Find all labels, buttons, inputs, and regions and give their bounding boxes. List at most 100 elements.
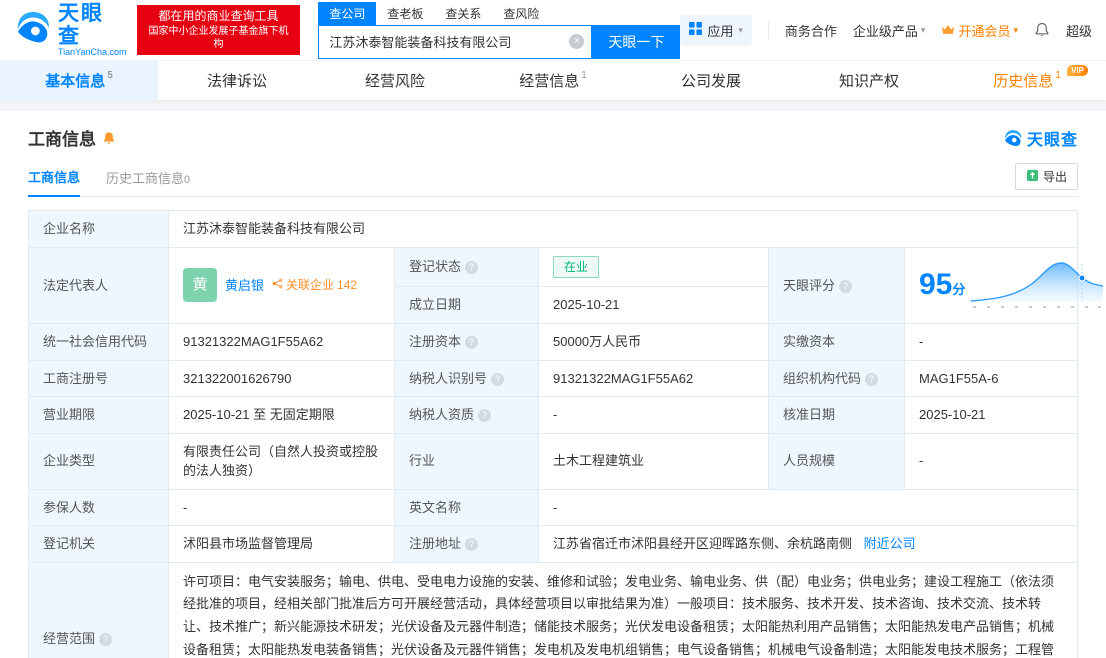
tab-legal-litigation[interactable]: 法律诉讼 — [158, 61, 316, 100]
field-label-tyc-score: 天眼评分? — [768, 246, 905, 324]
table-row: 经营范围? 许可项目：电气安装服务；输电、供电、受电电力设施的安装、维修和试验；… — [28, 561, 1078, 658]
legal-rep-name-link[interactable]: 黄启银 — [225, 276, 264, 296]
help-icon[interactable]: ? — [839, 279, 853, 293]
tab-count: 1 — [581, 70, 587, 81]
tab-basic-info[interactable]: 基本信息 5 — [0, 61, 158, 100]
search-tab-company[interactable]: 查公司 — [318, 1, 377, 25]
export-button[interactable]: 导出 — [1014, 163, 1078, 190]
notification-bell-icon[interactable] — [1034, 22, 1050, 38]
clear-search-icon[interactable]: × — [569, 34, 585, 49]
grid-icon — [689, 22, 703, 38]
field-value-business-term: 2025-10-21 至 无固定期限 — [168, 396, 395, 434]
field-value-legal-rep: 黄 黄启银 关联企业 142 — [168, 246, 395, 324]
help-icon[interactable]: ? — [865, 372, 879, 386]
field-value-establish-date: 2025-10-21 — [538, 286, 769, 324]
subtab-label: 历史工商信息 — [106, 171, 185, 186]
help-icon[interactable]: ? — [465, 261, 479, 274]
tab-company-development[interactable]: 公司发展 — [632, 61, 790, 100]
vip-badge: VIP — [1067, 65, 1088, 76]
help-icon[interactable]: ? — [465, 336, 479, 349]
brand-name: 天眼查 — [58, 1, 104, 49]
section-title: 工商信息 — [28, 130, 96, 149]
subtab-business-info[interactable]: 工商信息 — [28, 167, 81, 197]
search-button[interactable]: 天眼一下 — [592, 24, 681, 59]
tianyancha-logo[interactable]: 天眼查 TianYanCha.com — [14, 2, 127, 58]
apps-menu[interactable]: 应用 ▾ — [680, 14, 752, 46]
field-label-approve-date: 核准日期 — [768, 396, 905, 434]
field-value-credit-code: 91321322MAG1F55A62 — [168, 323, 395, 361]
tab-label: 知识产权 — [838, 73, 899, 90]
search-box: × — [318, 24, 593, 59]
field-value-industry: 土木工程建筑业 — [538, 432, 769, 490]
field-value-business-scope: 许可项目：电气安装服务；输电、供电、受电电力设施的安装、维修和试验；发电业务、输… — [168, 561, 1078, 658]
field-value-taxpayer-id: 91321322MAG1F55A62 — [538, 359, 769, 397]
company-nav-tabs: 基本信息 5 法律诉讼 经营风险 经营信息 1 公司发展 知识产权 历史信息 1 VI… — [0, 60, 1106, 100]
help-icon[interactable]: ? — [465, 538, 479, 551]
field-label-establish-date: 成立日期 — [394, 286, 539, 324]
chevron-down-icon: ▾ — [920, 24, 926, 35]
field-label-company-name: 企业名称 — [28, 210, 169, 248]
tab-label: 经营风险 — [364, 73, 425, 90]
search-tabs: 查公司 查老板 查关系 查风险 — [318, 1, 680, 25]
search-tab-relation[interactable]: 查关系 — [434, 2, 492, 25]
help-icon[interactable]: ? — [478, 409, 492, 422]
field-label-insured-count: 参保人数 — [28, 488, 169, 526]
tab-label: 经营信息 — [519, 73, 580, 90]
field-label-org-code: 组织机构代码? — [768, 359, 905, 397]
slogan-line1: 都在用的商业查询工具 — [158, 9, 279, 24]
chevron-down-icon: ▾ — [738, 24, 743, 35]
field-label-reg-address: 注册地址? — [394, 525, 539, 563]
related-companies-count: 142 — [337, 278, 358, 293]
field-value-reg-capital: 50000万人民币 — [538, 323, 769, 361]
tab-label: 法律诉讼 — [206, 73, 267, 90]
search-tab-boss[interactable]: 查老板 — [376, 2, 434, 25]
subscribe-bell-icon[interactable] — [102, 131, 116, 145]
field-label-reg-status: 登记状态? — [394, 246, 539, 288]
tab-history-info[interactable]: 历史信息 1 VIP — [948, 61, 1106, 100]
menu-business-cooperation[interactable]: 商务合作 — [785, 21, 837, 40]
field-value-reg-authority: 沭阳县市场监督管理局 — [168, 525, 395, 563]
tab-operation-info[interactable]: 经营信息 1 — [474, 61, 632, 100]
score-number: 95 — [919, 268, 953, 302]
subtab-count: 0 — [184, 174, 191, 186]
info-subtabs: 工商信息 历史工商信息0 导出 — [28, 163, 1078, 197]
legal-rep-avatar[interactable]: 黄 — [183, 268, 217, 303]
slogan-line2: 国家中小企业发展子基金旗下机构 — [148, 25, 289, 51]
help-icon[interactable]: ? — [99, 633, 113, 646]
user-account[interactable]: 超级 — [1066, 21, 1092, 40]
field-label-business-term: 营业期限 — [28, 396, 169, 434]
table-row: 登记机关 沭阳县市场监督管理局 注册地址? 江苏省宿迁市沭阳县经开区迎晖路东侧、… — [28, 525, 1078, 563]
search-tab-risk[interactable]: 查风险 — [492, 2, 550, 25]
tab-intellectual-property[interactable]: 知识产权 — [790, 61, 948, 100]
apps-menu-label: 应用 — [707, 23, 734, 39]
brand-slogan: 都在用的商业查询工具 国家中小企业发展子基金旗下机构 — [136, 5, 301, 55]
help-icon[interactable]: ? — [491, 372, 505, 386]
table-row: 统一社会信用代码 91321322MAG1F55A62 注册资本? 50000万… — [28, 323, 1078, 361]
header-menu: 应用 ▾ 商务合作 企业级产品 ▾ 开通会员 ▾ 超级 — [680, 14, 1092, 46]
related-companies-icon — [272, 276, 283, 294]
table-row: 参保人数 - 英文名称 - — [28, 488, 1078, 526]
subtab-history-business-info[interactable]: 历史工商信息0 — [106, 168, 190, 196]
score-chart — [971, 256, 1104, 316]
chevron-down-icon: ▾ — [1013, 24, 1018, 35]
related-companies-tag[interactable]: 关联企业 142 — [272, 276, 357, 294]
menu-open-vip[interactable]: 开通会员 ▾ — [941, 21, 1018, 40]
search-input[interactable] — [329, 34, 566, 49]
field-label-credit-code: 统一社会信用代码 — [28, 323, 169, 361]
tianyancha-logo-icon — [14, 8, 52, 51]
menu-enterprise-products[interactable]: 企业级产品 ▾ — [853, 21, 926, 40]
field-value-reg-no: 321322001626790 — [168, 359, 395, 397]
score-unit: 分 — [952, 282, 966, 298]
field-value-company-type: 有限责任公司（自然人投资或控股的法人独资） — [168, 432, 395, 490]
business-info-table: 企业名称 江苏沐泰智能装备科技有限公司 法定代表人 黄 黄启银 关联企业 142 — [28, 210, 1104, 658]
export-icon — [1026, 169, 1039, 185]
field-label-reg-no: 工商注册号 — [28, 359, 169, 397]
field-value-company-name: 江苏沐泰智能装备科技有限公司 — [168, 210, 1078, 248]
field-value-tyc-score: 95分 — [904, 246, 1104, 324]
nearby-companies-link[interactable]: 附近公司 — [864, 536, 916, 551]
menu-vip-label: 开通会员 — [958, 23, 1011, 39]
search-area: 查公司 查老板 查关系 查风险 × 天眼一下 — [318, 1, 681, 59]
tab-label: 历史信息 — [993, 73, 1054, 90]
export-label: 导出 — [1042, 170, 1067, 184]
tab-operation-risk[interactable]: 经营风险 — [316, 61, 474, 100]
